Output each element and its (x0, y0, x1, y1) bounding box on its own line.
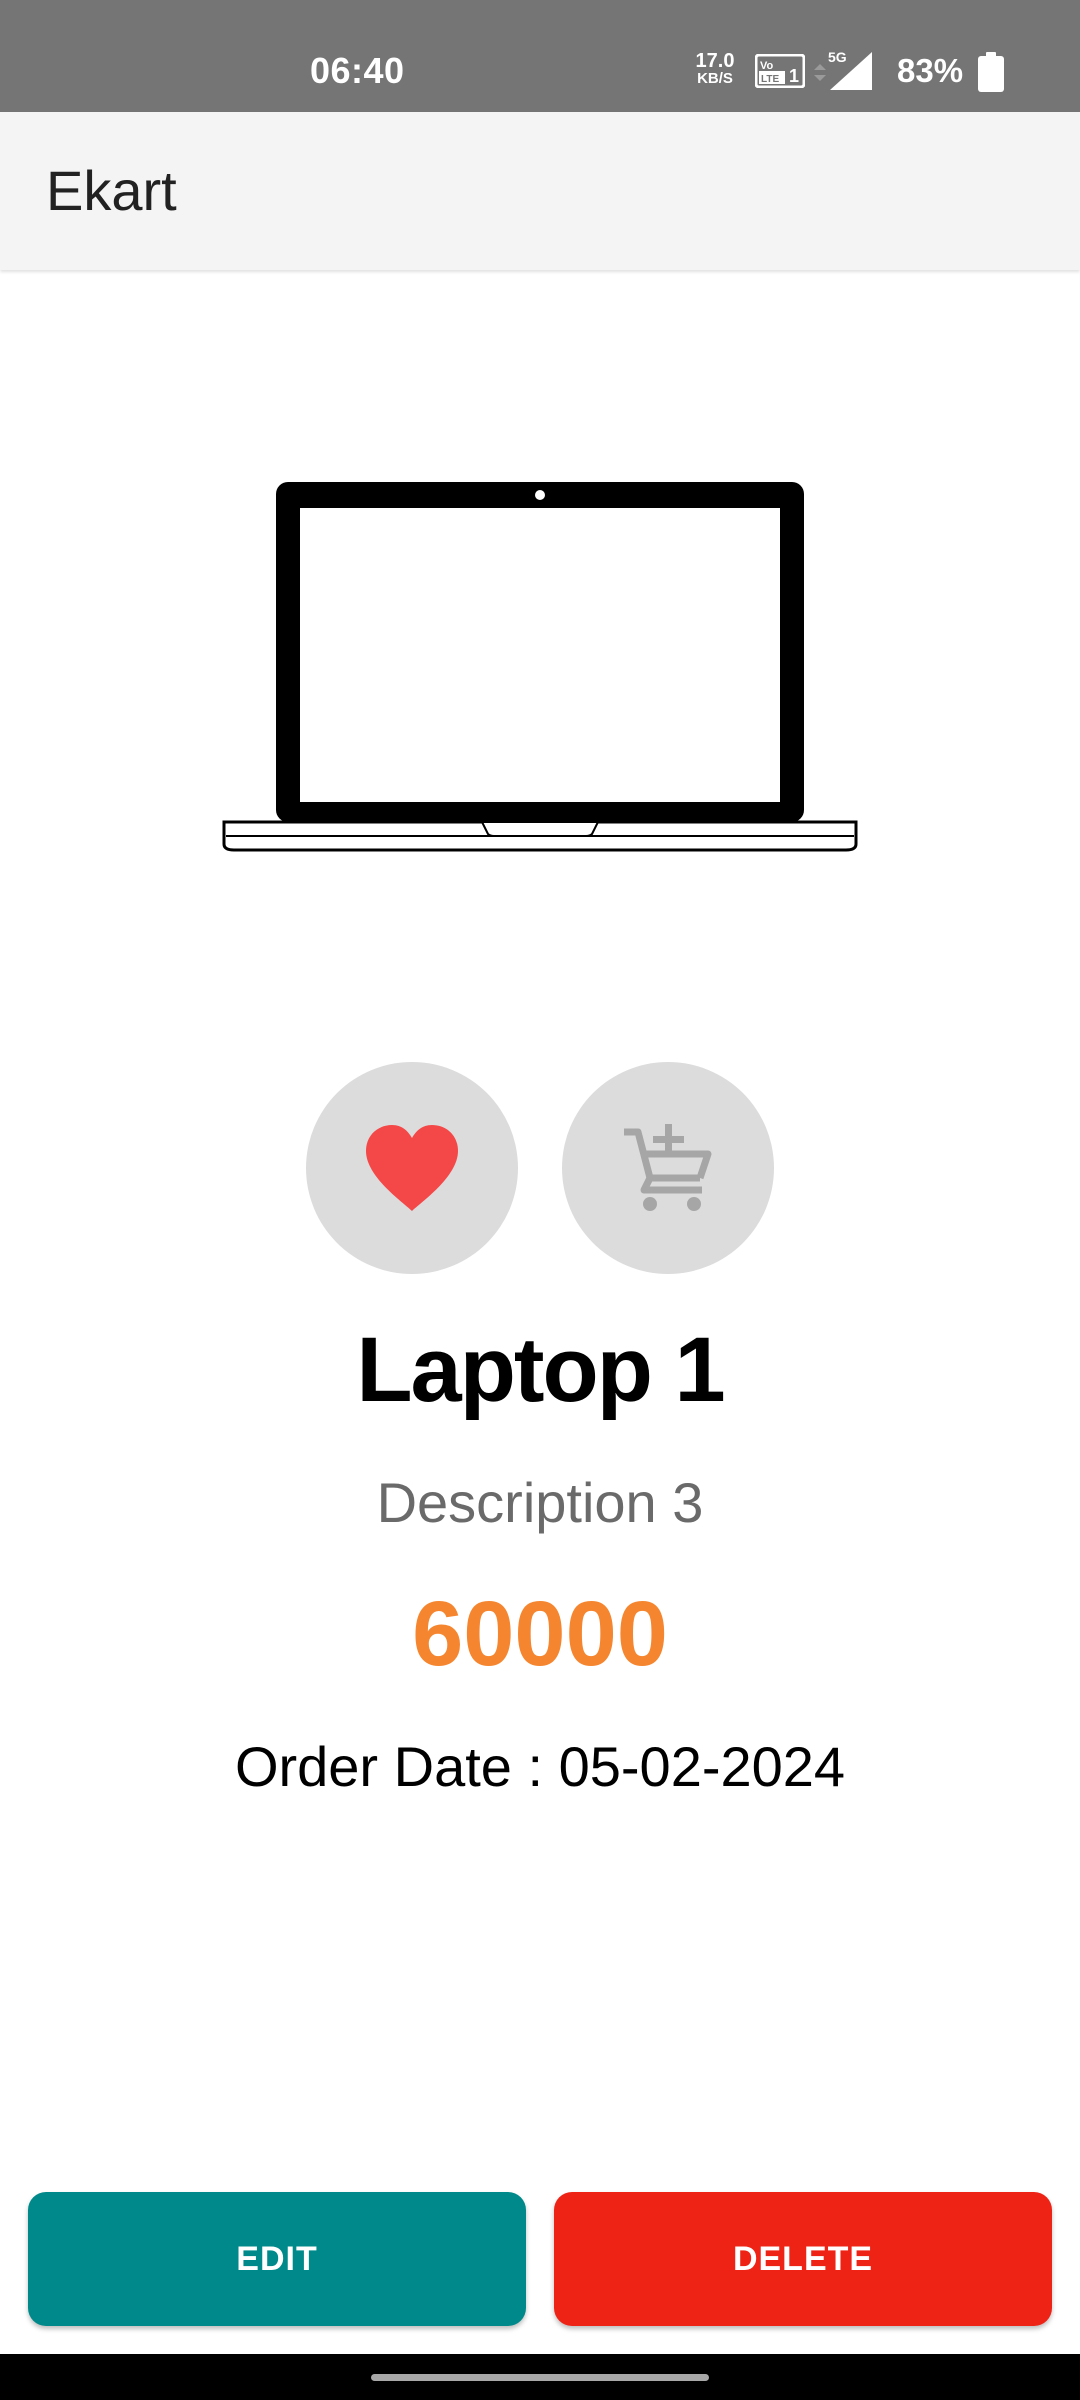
status-bar: 06:40 17.0 KB/S Vo LTE 1 5G 83% (0, 0, 1080, 112)
product-name: Laptop 1 (356, 1319, 725, 1421)
delete-button[interactable]: DELETE (554, 2192, 1052, 2326)
svg-text:Vo: Vo (760, 60, 774, 72)
add-to-cart-button[interactable] (562, 1062, 774, 1274)
svg-text:LTE: LTE (761, 74, 779, 85)
signal-label: 5G (828, 49, 847, 65)
product-description: Description 3 (376, 1471, 704, 1534)
status-time: 06:40 (310, 50, 405, 91)
app-bar: Ekart (0, 112, 1080, 270)
order-date: Order Date : 05-02-2024 (234, 1735, 846, 1798)
network-speed: 17.0 KB/S (690, 50, 740, 88)
gesture-handle[interactable] (371, 2374, 709, 2381)
volte-lte-icon: Vo LTE 1 (755, 54, 805, 88)
favorite-button[interactable] (306, 1062, 518, 1274)
signal-5g-icon: 5G (814, 49, 872, 90)
app-title: Ekart (46, 159, 177, 222)
svg-text:1: 1 (789, 66, 799, 86)
screen: 06:40 17.0 KB/S Vo LTE 1 5G 83% Ekart La… (0, 0, 1080, 2400)
battery-icon (978, 52, 1004, 92)
product-price: 60000 (412, 1583, 668, 1685)
edit-button[interactable]: EDIT (28, 2192, 526, 2326)
network-speed-unit: KB/S (697, 70, 733, 87)
laptop-image (222, 482, 858, 852)
navigation-bar (0, 2354, 1080, 2400)
battery-percent: 83% (897, 52, 964, 89)
heart-icon (366, 1125, 458, 1211)
network-speed-value: 17.0 (695, 50, 735, 72)
add-to-cart-icon (624, 1124, 712, 1211)
